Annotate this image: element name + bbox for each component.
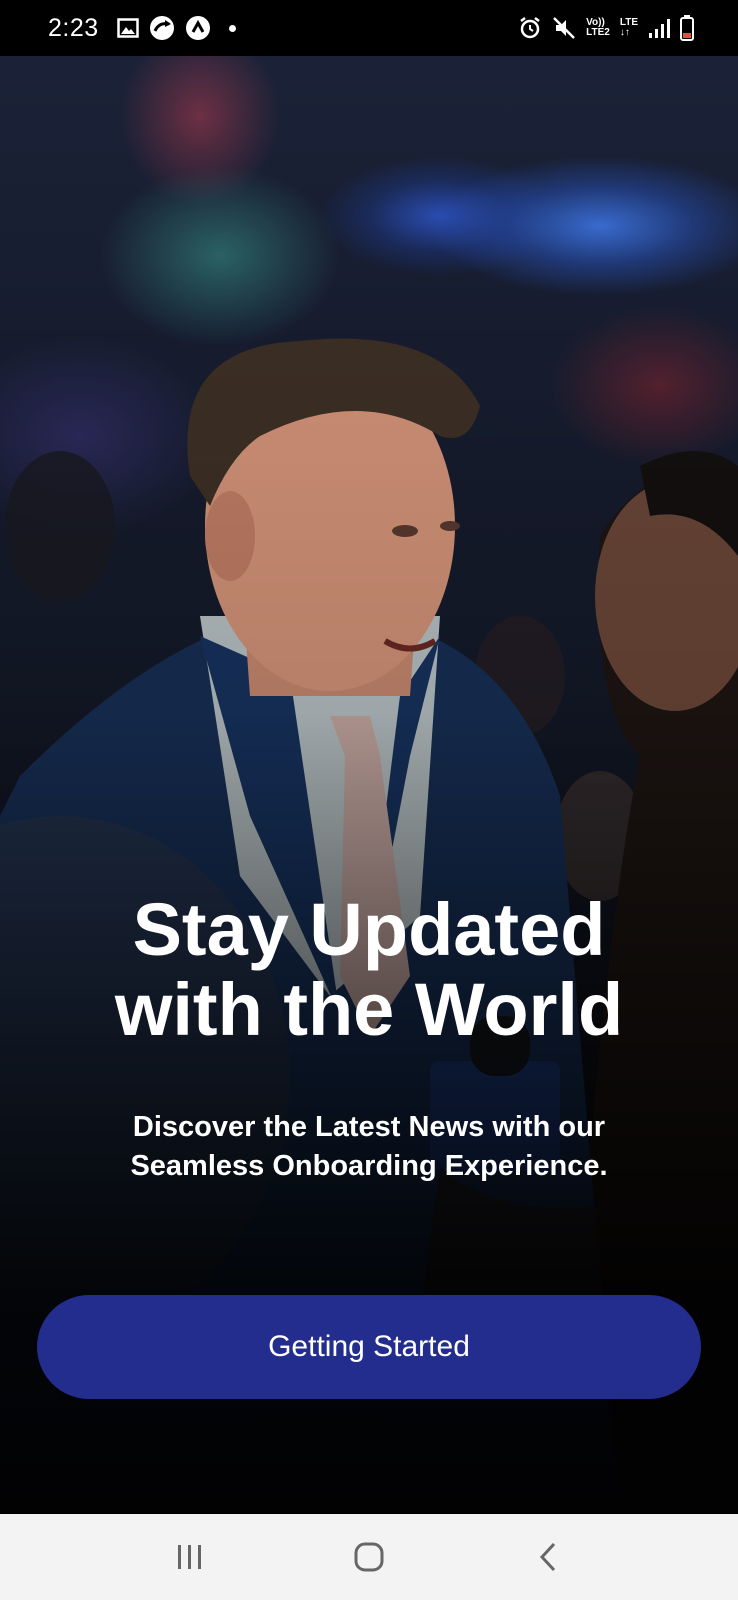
headline-line-2: with the World bbox=[114, 968, 624, 1051]
lte-icon: LTE ↓↑ bbox=[620, 18, 638, 38]
notification-dot-icon bbox=[228, 24, 236, 32]
gallery-icon bbox=[116, 18, 139, 38]
alarm-icon bbox=[518, 16, 542, 40]
home-icon bbox=[354, 1542, 384, 1572]
lte-arrows: ↓↑ bbox=[619, 27, 630, 38]
recents-icon bbox=[177, 1545, 201, 1569]
subtitle-line-2: Seamless Onboarding Experience. bbox=[130, 1150, 608, 1182]
navigation-bar bbox=[0, 1514, 738, 1600]
back-icon bbox=[540, 1542, 556, 1572]
home-button[interactable] bbox=[329, 1527, 409, 1587]
getting-started-button[interactable]: Getting Started bbox=[37, 1295, 701, 1399]
signal-icon bbox=[648, 17, 670, 39]
subtitle-line-1: Discover the Latest News with our bbox=[132, 1111, 606, 1143]
status-time: 2:23 bbox=[48, 13, 99, 42]
mute-icon bbox=[552, 16, 576, 40]
back-button[interactable] bbox=[508, 1527, 588, 1587]
status-bar: 2:23 Vo)) LTE2 LTE ↓↑ bbox=[0, 0, 738, 56]
recents-button[interactable] bbox=[150, 1527, 230, 1587]
status-right: Vo)) LTE2 LTE ↓↑ bbox=[518, 15, 694, 41]
sync-icon bbox=[149, 15, 175, 41]
battery-icon bbox=[680, 15, 694, 41]
headline: Stay Updated with the World bbox=[0, 890, 738, 1050]
headline-line-1: Stay Updated bbox=[132, 888, 606, 971]
status-left: 2:23 bbox=[48, 14, 236, 43]
volte-sub-label: LTE2 bbox=[586, 27, 610, 38]
navigation-icon bbox=[185, 15, 211, 41]
volte-icon: Vo)) LTE2 bbox=[586, 18, 610, 38]
subtitle: Discover the Latest News with our Seamle… bbox=[0, 1108, 738, 1186]
